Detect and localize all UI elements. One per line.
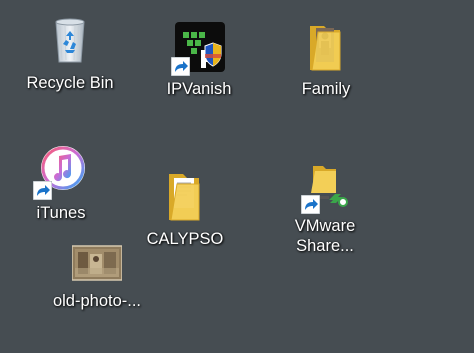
vmware-shared-folder-icon xyxy=(297,162,353,218)
desktop[interactable]: Recycle Bin IPVanish Family iTunes CALYP… xyxy=(0,0,474,353)
itunes-icon xyxy=(33,144,89,200)
ipvanish-icon xyxy=(171,20,227,76)
desktop-icon-label: Family xyxy=(301,80,351,98)
desktop-icon-old-photo[interactable]: old-photo-... xyxy=(42,244,152,311)
desktop-icon-label: iTunes xyxy=(36,204,86,222)
folder-icon xyxy=(298,20,354,76)
image-thumbnail-icon xyxy=(71,244,123,284)
desktop-icon-label: IPVanish xyxy=(166,80,232,98)
desktop-icon-family[interactable]: Family xyxy=(271,20,381,99)
desktop-icon-label: Recycle Bin xyxy=(26,74,114,92)
shortcut-arrow-icon xyxy=(171,57,190,76)
folder-icon xyxy=(157,170,213,226)
desktop-icon-vmware-shared-folders[interactable]: VMware Share... xyxy=(270,162,380,256)
desktop-icon-calypso[interactable]: CALYPSO xyxy=(130,170,240,249)
desktop-icon-ipvanish[interactable]: IPVanish xyxy=(144,20,254,99)
recycle-bin-icon xyxy=(42,14,98,70)
desktop-icon-label: CALYPSO xyxy=(146,230,224,248)
desktop-icon-itunes[interactable]: iTunes xyxy=(6,144,116,223)
desktop-icon-recycle-bin[interactable]: Recycle Bin xyxy=(15,14,125,93)
desktop-icon-label: old-photo-... xyxy=(52,292,142,310)
shortcut-arrow-icon xyxy=(301,195,320,214)
desktop-icon-label: VMware Share... xyxy=(294,217,356,255)
shortcut-arrow-icon xyxy=(33,181,52,200)
